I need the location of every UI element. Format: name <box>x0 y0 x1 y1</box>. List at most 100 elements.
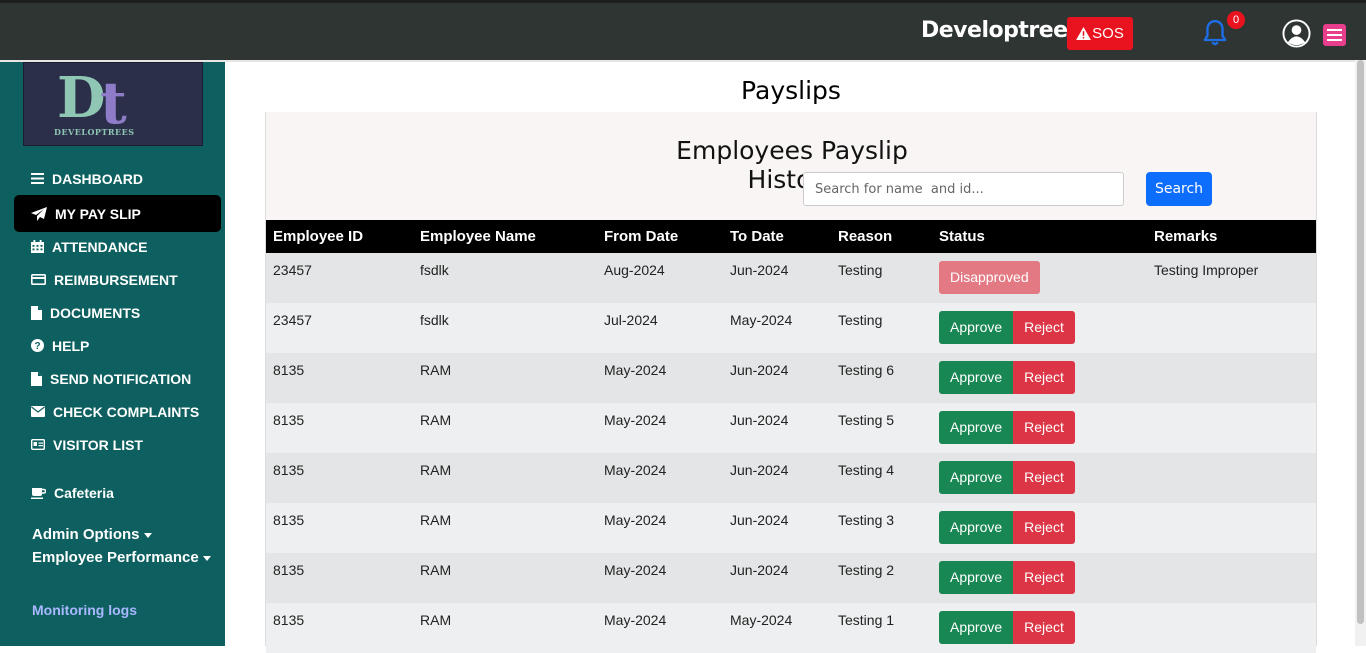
sidebar-item-cafeteria[interactable]: Cafeteria <box>14 476 114 509</box>
sidebar-item-label: ATTENDANCE <box>52 238 148 255</box>
payslip-table: Employee ID Employee Name From Date To D… <box>266 220 1316 653</box>
sidebar-item-label: SEND NOTIFICATION <box>50 370 192 387</box>
file-icon <box>31 371 42 386</box>
approve-button[interactable]: Approve <box>939 461 1014 494</box>
admin-options-label: Admin Options <box>32 526 140 543</box>
reject-button[interactable]: Reject <box>1013 561 1075 594</box>
id-card-icon <box>31 439 45 450</box>
disapproved-button[interactable]: Disapproved <box>939 261 1040 294</box>
employee-performance-label: Employee Performance <box>32 549 199 566</box>
warning-icon <box>1076 27 1092 40</box>
column-header-reason[interactable]: Reason <box>831 220 932 253</box>
column-header-employee-id[interactable]: Employee ID <box>266 220 413 253</box>
sidebar-item-label: MY PAY SLIP <box>55 205 141 222</box>
cell-reason: Testing 3 <box>838 512 895 528</box>
sidebar-item-documents[interactable]: DOCUMENTS <box>14 296 221 329</box>
reject-button[interactable]: Reject <box>1013 611 1075 644</box>
sidebar-item-reimbursement[interactable]: REIMBURSEMENT <box>14 263 221 296</box>
approve-button[interactable]: Approve <box>939 511 1014 544</box>
sidebar-item-label: CHECK COMPLAINTS <box>53 403 200 420</box>
column-header-status[interactable]: Status <box>932 220 1147 253</box>
cell-to-date: Jun-2024 <box>730 562 789 578</box>
sidebar-item-send-notification[interactable]: SEND NOTIFICATION <box>14 362 221 395</box>
cell-from-date: May-2024 <box>604 412 667 428</box>
cell-employee-id: 8135 <box>273 462 305 478</box>
bell-icon[interactable] <box>1202 19 1228 52</box>
page-scrollbar[interactable] <box>1355 60 1366 646</box>
company-logo[interactable]: D t DEVELOPTREES <box>23 62 203 146</box>
page-title: Payslips <box>741 76 841 105</box>
reject-button[interactable]: Reject <box>1013 461 1075 494</box>
table-row: 8135 RAM May-2024 Jun-2024 Testing 6 App… <box>266 353 1316 403</box>
file-icon <box>31 305 42 320</box>
envelope-icon <box>31 406 45 417</box>
column-header-remarks[interactable]: Remarks <box>1147 220 1316 253</box>
employee-performance-dropdown[interactable]: Employee Performance <box>32 549 211 566</box>
cell-reason: Testing 2 <box>838 562 895 578</box>
cell-employee-name: fsdlk <box>420 262 449 278</box>
cell-from-date: May-2024 <box>604 362 667 378</box>
sos-label: SOS <box>1092 25 1124 42</box>
calendar-icon <box>31 240 44 253</box>
cell-from-date: May-2024 <box>604 562 667 578</box>
reject-button[interactable]: Reject <box>1013 361 1075 394</box>
notification-badge: 0 <box>1227 11 1245 29</box>
cell-to-date: Jun-2024 <box>730 362 789 378</box>
cafeteria-label: Cafeteria <box>54 484 114 501</box>
caret-down-icon <box>202 555 211 561</box>
column-header-to-date[interactable]: To Date <box>723 220 831 253</box>
hamburger-menu-icon[interactable] <box>1323 24 1346 46</box>
cell-to-date: May-2024 <box>730 312 793 328</box>
approve-button[interactable]: Approve <box>939 411 1014 444</box>
cell-employee-id: 8135 <box>273 362 305 378</box>
admin-options-dropdown[interactable]: Admin Options <box>32 526 152 543</box>
table-row: 8135 RAM May-2024 Jun-2024 Testing 3 App… <box>266 503 1316 553</box>
reject-button[interactable]: Reject <box>1013 311 1075 344</box>
table-row: 8135 RAM May-2024 Jun-2024 Testing 5 App… <box>266 403 1316 453</box>
sidebar-nav: DASHBOARD MY PAY SLIP ATTENDANCE REIMBUR… <box>14 162 221 461</box>
sidebar-item-label: DOCUMENTS <box>50 304 141 321</box>
cell-employee-name: RAM <box>420 562 452 578</box>
sidebar-item-label: REIMBURSEMENT <box>54 271 178 288</box>
column-header-employee-name[interactable]: Employee Name <box>413 220 597 253</box>
sidebar-item-visitor-list[interactable]: VISITOR LIST <box>14 428 221 461</box>
cell-remarks <box>1147 453 1316 503</box>
cell-status: Approve Reject <box>932 553 1147 603</box>
approve-button[interactable]: Approve <box>939 311 1014 344</box>
column-header-from-date[interactable]: From Date <box>597 220 723 253</box>
reject-button[interactable]: Reject <box>1013 511 1075 544</box>
cell-status: Approve Reject <box>932 453 1147 503</box>
user-avatar-icon[interactable] <box>1281 18 1312 54</box>
sidebar-item-attendance[interactable]: ATTENDANCE <box>14 230 221 263</box>
cell-status: Approve Reject <box>932 503 1147 553</box>
approve-button[interactable]: Approve <box>939 561 1014 594</box>
cell-remarks <box>1147 553 1316 603</box>
cell-to-date: Jun-2024 <box>730 512 789 528</box>
cell-remarks <box>1147 353 1316 403</box>
sidebar-item-help[interactable]: ? HELP <box>14 329 221 362</box>
reject-button[interactable]: Reject <box>1013 411 1075 444</box>
table-body: 23457 fsdlk Aug-2024 Jun-2024 Testing Di… <box>266 253 1316 653</box>
cell-employee-name: fsdlk <box>420 312 449 328</box>
cell-to-date: Jun-2024 <box>730 262 789 278</box>
monitoring-logs-link[interactable]: Monitoring logs <box>32 602 137 618</box>
sidebar-item-my-pay-slip[interactable]: MY PAY SLIP <box>14 195 221 232</box>
cell-from-date: May-2024 <box>604 462 667 478</box>
scrollbar-thumb[interactable] <box>1357 60 1364 624</box>
cell-from-date: May-2024 <box>604 512 667 528</box>
cell-reason: Testing 5 <box>838 412 895 428</box>
search-button[interactable]: Search <box>1146 172 1212 206</box>
cell-employee-id: 8135 <box>273 512 305 528</box>
approve-button[interactable]: Approve <box>939 361 1014 394</box>
brand-name: Developtrees <box>921 18 1081 43</box>
approve-button[interactable]: Approve <box>939 611 1014 644</box>
cell-status: Approve Reject <box>932 403 1147 453</box>
coffee-icon <box>31 487 46 499</box>
sidebar-item-check-complaints[interactable]: CHECK COMPLAINTS <box>14 395 221 428</box>
top-navbar: Developtrees SOS 0 <box>0 0 1366 62</box>
sidebar-item-dashboard[interactable]: DASHBOARD <box>14 162 221 195</box>
search-input[interactable] <box>803 172 1124 206</box>
cell-employee-name: RAM <box>420 512 452 528</box>
sos-button[interactable]: SOS <box>1067 17 1133 50</box>
cell-from-date: Aug-2024 <box>604 262 665 278</box>
